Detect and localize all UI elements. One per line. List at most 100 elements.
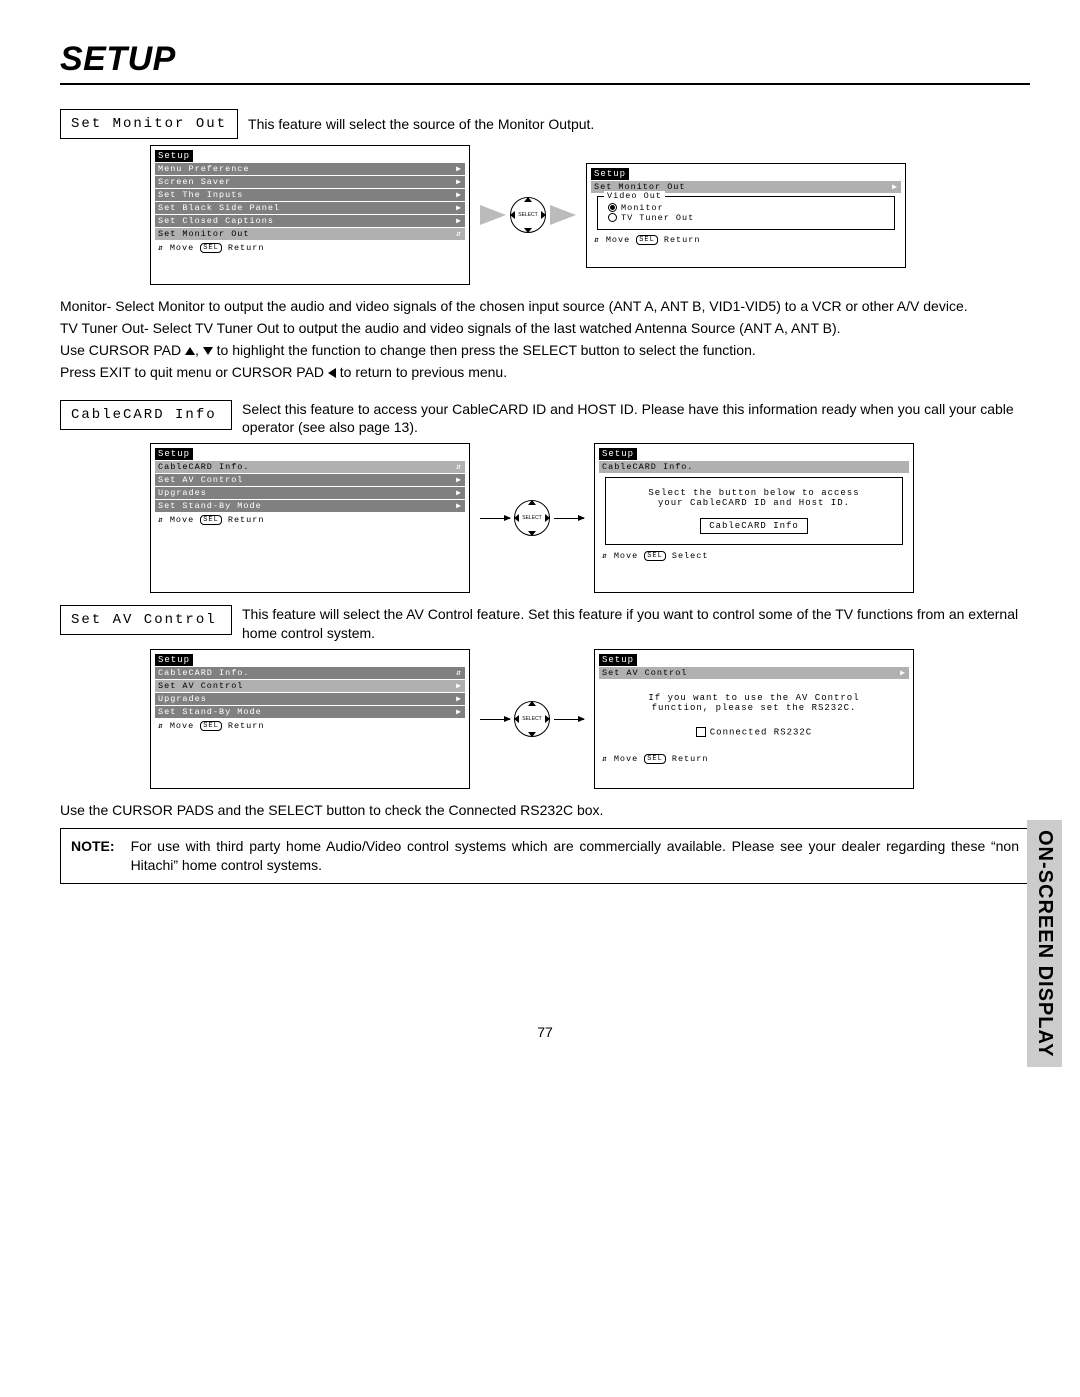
- menu-panel-right-1: Setup Set Monitor Out▶ Video Out Monitor…: [586, 163, 906, 268]
- note-box: NOTE: For use with third party home Audi…: [60, 828, 1030, 884]
- menu-footer: ⇵Move SEL Return: [155, 719, 465, 733]
- chevron-right-icon: ▶: [892, 182, 898, 192]
- menu-item-label: Upgrades: [158, 488, 207, 498]
- checkbox-row: Connected RS232C: [613, 727, 895, 737]
- chevron-right-icon: ▶: [456, 707, 462, 717]
- sub-line: If you want to use the AV Control: [613, 693, 895, 703]
- menu-title: Setup: [155, 150, 193, 162]
- menu-item-selected: Set Monitor Out⇵: [155, 228, 465, 240]
- sel-badge: SEL: [200, 721, 222, 731]
- arrow-right-icon: [554, 719, 584, 720]
- menu-item-label: Set Stand-By Mode: [158, 707, 262, 717]
- video-out-group: Video Out Monitor TV Tuner Out: [597, 196, 895, 230]
- foot-select: Select: [672, 551, 709, 561]
- foot-return: Return: [664, 235, 701, 245]
- body-text-3: Use the CURSOR PADS and the SELECT butto…: [60, 801, 1030, 820]
- menu-item-label: Set Stand-By Mode: [158, 501, 262, 511]
- menu-item-label: Set AV Control: [158, 681, 243, 691]
- menu-item-label: Set Black Side Panel: [158, 203, 280, 213]
- side-tab-on-screen-display: ON-SCREEN DISPLAY: [1027, 820, 1062, 1067]
- foot-move: Move: [614, 551, 638, 561]
- menu-title: Setup: [155, 448, 193, 460]
- radio-monitor: Monitor: [602, 203, 890, 213]
- menu-panel-left-2: Setup CableCARD Info.⇵ Set AV Control▶ U…: [150, 443, 470, 593]
- sel-badge: SEL: [644, 754, 666, 764]
- updown-icon: ⇵: [456, 462, 462, 472]
- chevron-right-icon: ▶: [900, 668, 906, 678]
- diagram-av-control: Setup CableCARD Info.⇵ Set AV Control▶ U…: [150, 649, 1030, 789]
- menu-header-row: CableCARD Info.: [599, 461, 909, 473]
- note-text: For use with third party home Audio/Vide…: [131, 837, 1019, 875]
- menu-panel-right-2: Setup CableCARD Info. Select the button …: [594, 443, 914, 593]
- foot-return: Return: [228, 243, 265, 253]
- menu-footer: ⇵ Move SEL Return: [155, 241, 465, 255]
- chevron-right-icon: ▶: [456, 694, 462, 704]
- para: Monitor- Select Monitor to output the au…: [60, 297, 1030, 316]
- menu-item: Set The Inputs ▶: [155, 189, 465, 201]
- menu-item-label: Screen Saver: [158, 177, 231, 187]
- updown-icon: ⇵: [602, 754, 608, 764]
- down-triangle-icon: [203, 347, 213, 355]
- foot-move: Move: [170, 243, 194, 253]
- updown-icon: ⇵: [158, 243, 164, 253]
- menu-title: Setup: [599, 448, 637, 460]
- menu-item-label: Set Monitor Out: [158, 229, 250, 239]
- section-av-control-header: Set AV Control This feature will select …: [60, 605, 1030, 643]
- desc-set-monitor-out: This feature will select the source of t…: [248, 115, 594, 134]
- menu-header-label: Set AV Control: [602, 668, 687, 678]
- foot-return: Return: [228, 721, 265, 731]
- radio-label: Monitor: [621, 203, 664, 213]
- menu-item-label: Set The Inputs: [158, 190, 243, 200]
- menu-item: CableCARD Info.⇵: [155, 667, 465, 679]
- text: Press EXIT to quit menu or CURSOR PAD: [60, 364, 328, 380]
- chevron-right-icon: ▶: [456, 216, 462, 226]
- foot-return: Return: [228, 515, 265, 525]
- grey-arrow-icon: [550, 205, 576, 225]
- chevron-right-icon: ▶: [456, 190, 462, 200]
- menu-title: Setup: [591, 168, 629, 180]
- menu-panel-left-3: Setup CableCARD Info.⇵ Set AV Control▶ U…: [150, 649, 470, 789]
- sel-badge: SEL: [200, 243, 222, 253]
- sel-badge: SEL: [200, 515, 222, 525]
- label-set-av-control: Set AV Control: [60, 605, 232, 635]
- page-number: 77: [60, 1024, 1030, 1040]
- left-triangle-icon: [328, 368, 336, 378]
- menu-item-label: Set AV Control: [158, 475, 243, 485]
- desc-set-av-control: This feature will select the AV Control …: [242, 605, 1030, 643]
- menu-item: Set Black Side Panel▶: [155, 202, 465, 214]
- menu-header-label: CableCARD Info.: [602, 462, 694, 472]
- arrow-to-select: [480, 701, 584, 737]
- grey-arrow-icon: [480, 205, 506, 225]
- menu-item: Set Stand-By Mode ▶: [155, 706, 465, 718]
- label-set-monitor-out: Set Monitor Out: [60, 109, 238, 139]
- sub-line: your CableCARD ID and Host ID.: [614, 498, 894, 508]
- cablecard-subpanel: Select the button below to access your C…: [605, 477, 903, 545]
- arrow-to-select: [480, 500, 584, 536]
- group-legend: Video Out: [604, 191, 665, 201]
- menu-item: Set Closed Captions ▶: [155, 215, 465, 227]
- label-cablecard-info: CableCARD Info: [60, 400, 232, 430]
- menu-item-selected: Set AV Control ▶: [155, 680, 465, 692]
- chevron-right-icon: ▶: [456, 681, 462, 691]
- checkbox-label: Connected RS232C: [710, 728, 812, 738]
- select-button-icon: [514, 500, 550, 536]
- radio-dot-icon: [608, 213, 617, 222]
- sel-badge: SEL: [636, 235, 658, 245]
- foot-move: Move: [170, 515, 194, 525]
- menu-item-label: Set Closed Captions: [158, 216, 274, 226]
- page-title: SETUP: [60, 40, 1030, 85]
- arrow-to-select: [480, 197, 576, 233]
- select-button-icon: [510, 197, 546, 233]
- arrow-right-icon: [480, 518, 510, 519]
- foot-return: Return: [672, 754, 709, 764]
- foot-move: Move: [614, 754, 638, 764]
- foot-move: Move: [170, 721, 194, 731]
- para: Press EXIT to quit menu or CURSOR PAD to…: [60, 363, 1030, 382]
- menu-item: Menu Preference▶: [155, 163, 465, 175]
- menu-title: Setup: [599, 654, 637, 666]
- section-monitor-out-header: Set Monitor Out This feature will select…: [60, 109, 1030, 139]
- menu-footer: ⇵Move SEL Return: [155, 513, 465, 527]
- menu-item-label: CableCARD Info.: [158, 668, 250, 678]
- foot-move: Move: [606, 235, 630, 245]
- menu-item: Upgrades▶: [155, 487, 465, 499]
